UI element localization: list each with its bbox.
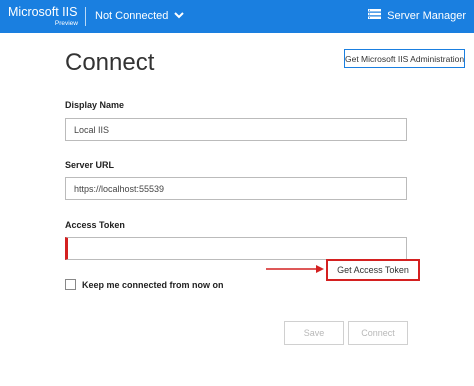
server-manager-button[interactable]: Server Manager bbox=[368, 9, 466, 23]
get-iis-administration-button[interactable]: Get Microsoft IIS Administration bbox=[344, 49, 465, 68]
top-bar: Microsoft IIS Preview Not Connected Serv… bbox=[0, 0, 474, 33]
connection-status-label: Not Connected bbox=[95, 10, 169, 22]
save-button[interactable]: Save bbox=[284, 321, 344, 345]
get-access-token-button[interactable]: Get Access Token bbox=[326, 259, 420, 281]
server-list-icon bbox=[368, 9, 382, 23]
keep-connected-checkbox[interactable] bbox=[65, 279, 76, 290]
chevron-down-icon bbox=[174, 9, 185, 23]
connection-status-dropdown[interactable]: Not Connected bbox=[95, 9, 185, 23]
brand-logo[interactable]: Microsoft IIS Preview bbox=[8, 5, 78, 28]
arrow-right-icon bbox=[266, 265, 324, 273]
brand-title: Microsoft IIS bbox=[8, 5, 78, 19]
keep-connected-label: Keep me connected from now on bbox=[82, 279, 224, 290]
access-token-label: Access Token bbox=[65, 220, 125, 230]
display-name-input[interactable] bbox=[65, 118, 407, 141]
page-title: Connect bbox=[65, 49, 155, 76]
topbar-divider bbox=[85, 7, 86, 26]
access-token-input[interactable] bbox=[65, 237, 407, 260]
brand-subtitle: Preview bbox=[54, 20, 78, 27]
server-url-input[interactable] bbox=[65, 177, 407, 200]
connect-button[interactable]: Connect bbox=[348, 321, 408, 345]
server-manager-label: Server Manager bbox=[387, 10, 466, 22]
server-url-label: Server URL bbox=[65, 160, 115, 170]
keep-connected-row[interactable]: Keep me connected from now on bbox=[65, 279, 224, 290]
display-name-label: Display Name bbox=[65, 100, 125, 110]
